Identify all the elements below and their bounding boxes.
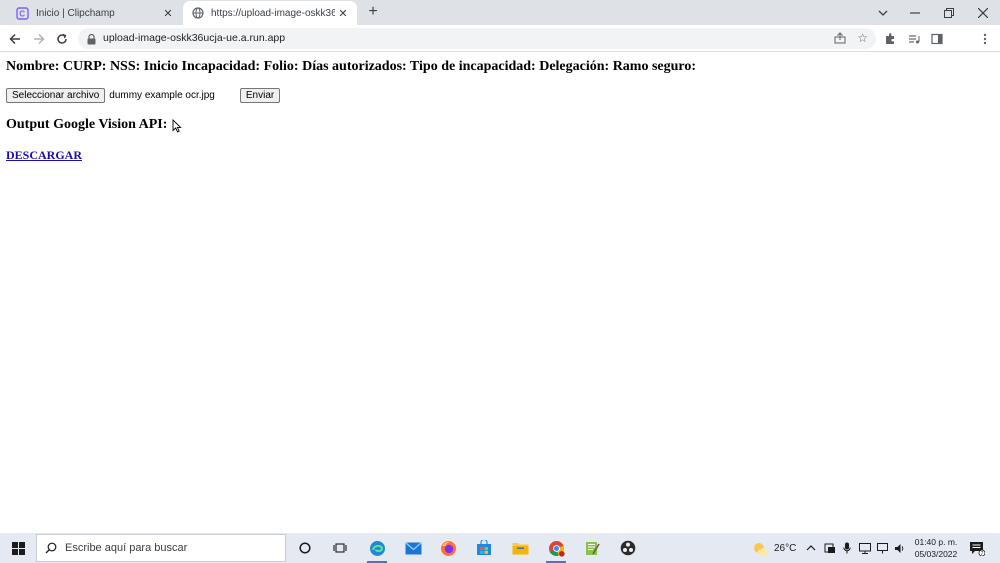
- clock-date: 05/03/2022: [914, 549, 958, 559]
- bookmark-star-icon[interactable]: ☆: [857, 31, 868, 45]
- store-icon[interactable]: [469, 533, 499, 563]
- browser-toolbar: upload-image-oskk36ucja-ue.a.run.app ☆ A: [0, 25, 1000, 72]
- tab-title: Inicio | Clipchamp: [36, 7, 115, 19]
- url-text[interactable]: upload-image-oskk36ucja-ue.a.run.app: [103, 32, 285, 44]
- upload-form: Seleccionar archivo dummy example ocr.jp…: [6, 88, 281, 103]
- svg-text:C: C: [19, 9, 25, 18]
- clock-time: 01:40 p. m.: [914, 537, 958, 547]
- page-content: Nombre: CURP: NSS: Inicio Incapacidad: F…: [0, 53, 1000, 533]
- windows-start-icon[interactable]: [0, 533, 36, 563]
- choose-file-button[interactable]: Seleccionar archivo: [6, 88, 106, 103]
- firefox-icon[interactable]: [433, 533, 463, 563]
- taskbar-search-box[interactable]: Escribe aquí para buscar: [36, 534, 286, 562]
- sun-cloud-icon: [752, 541, 768, 555]
- clipchamp-favicon-icon: C: [16, 6, 29, 20]
- side-panel-icon[interactable]: [928, 30, 946, 48]
- minimize-icon[interactable]: [898, 0, 932, 25]
- notepad-icon[interactable]: [577, 533, 607, 563]
- weather-temperature: 26°C: [774, 542, 797, 554]
- taskbar-clock[interactable]: 01:40 p. m. 05/03/2022: [910, 536, 962, 560]
- share-icon[interactable]: [834, 31, 846, 49]
- extensions-puzzle-icon[interactable]: [881, 30, 899, 48]
- tab-title: https://upload-image-oskk36ucja: [211, 7, 335, 19]
- globe-icon: [191, 7, 204, 20]
- close-tab-icon[interactable]: ✕: [160, 5, 176, 21]
- output-heading: Output Google Vision API:: [6, 117, 168, 132]
- media-playlist-icon[interactable]: [905, 30, 923, 48]
- chrome-icon[interactable]: [541, 533, 571, 563]
- submit-button[interactable]: Enviar: [239, 88, 281, 103]
- tab-upload-image[interactable]: https://upload-image-oskk36ucja ✕: [183, 1, 357, 25]
- restore-icon[interactable]: [932, 0, 966, 25]
- tab-strip: C Inicio | Clipchamp ✕ https://upload-im…: [0, 0, 1000, 25]
- close-window-icon[interactable]: [966, 0, 1000, 25]
- screen-capture-icon[interactable]: [824, 533, 836, 563]
- lock-icon[interactable]: [87, 32, 96, 50]
- display-icon[interactable]: [859, 533, 871, 563]
- mail-icon[interactable]: [398, 533, 428, 563]
- file-explorer-icon[interactable]: [505, 533, 535, 563]
- tab-search-chevron-icon[interactable]: [866, 0, 900, 25]
- edge-browser-icon[interactable]: [362, 533, 392, 563]
- fields-heading: Nombre: CURP: NSS: Inicio Incapacidad: F…: [6, 59, 697, 74]
- mouse-pointer-icon: [172, 118, 182, 138]
- task-view-icon[interactable]: [325, 533, 355, 563]
- close-tab-icon[interactable]: ✕: [335, 5, 351, 21]
- show-hidden-icons-chevron-icon[interactable]: [806, 533, 816, 563]
- address-bar[interactable]: upload-image-oskk36ucja-ue.a.run.app ☆: [78, 28, 876, 49]
- network-icon[interactable]: [877, 533, 888, 563]
- tab-clipchamp[interactable]: C Inicio | Clipchamp ✕: [8, 1, 182, 25]
- menu-kebab-icon[interactable]: [976, 30, 994, 48]
- obs-icon[interactable]: [613, 533, 643, 563]
- volume-icon[interactable]: [894, 533, 906, 563]
- notification-center-icon[interactable]: 7: [969, 533, 985, 563]
- cortana-icon[interactable]: [290, 533, 320, 563]
- back-arrow-icon[interactable]: [5, 29, 25, 49]
- search-placeholder: Escribe aquí para buscar: [65, 542, 188, 554]
- search-icon: [45, 542, 57, 554]
- new-tab-icon[interactable]: +: [364, 3, 382, 21]
- forward-arrow-icon[interactable]: [29, 29, 49, 49]
- notification-count: 7: [981, 551, 984, 556]
- reload-icon[interactable]: [52, 29, 72, 49]
- selected-file-name: dummy example ocr.jpg: [109, 90, 215, 101]
- microphone-icon[interactable]: [843, 533, 851, 563]
- download-link[interactable]: DESCARGAR: [6, 148, 82, 163]
- weather-widget[interactable]: 26°C: [752, 533, 796, 563]
- windows-taskbar: Escribe aquí para buscar 26°C 01:40 p. m…: [0, 533, 1000, 563]
